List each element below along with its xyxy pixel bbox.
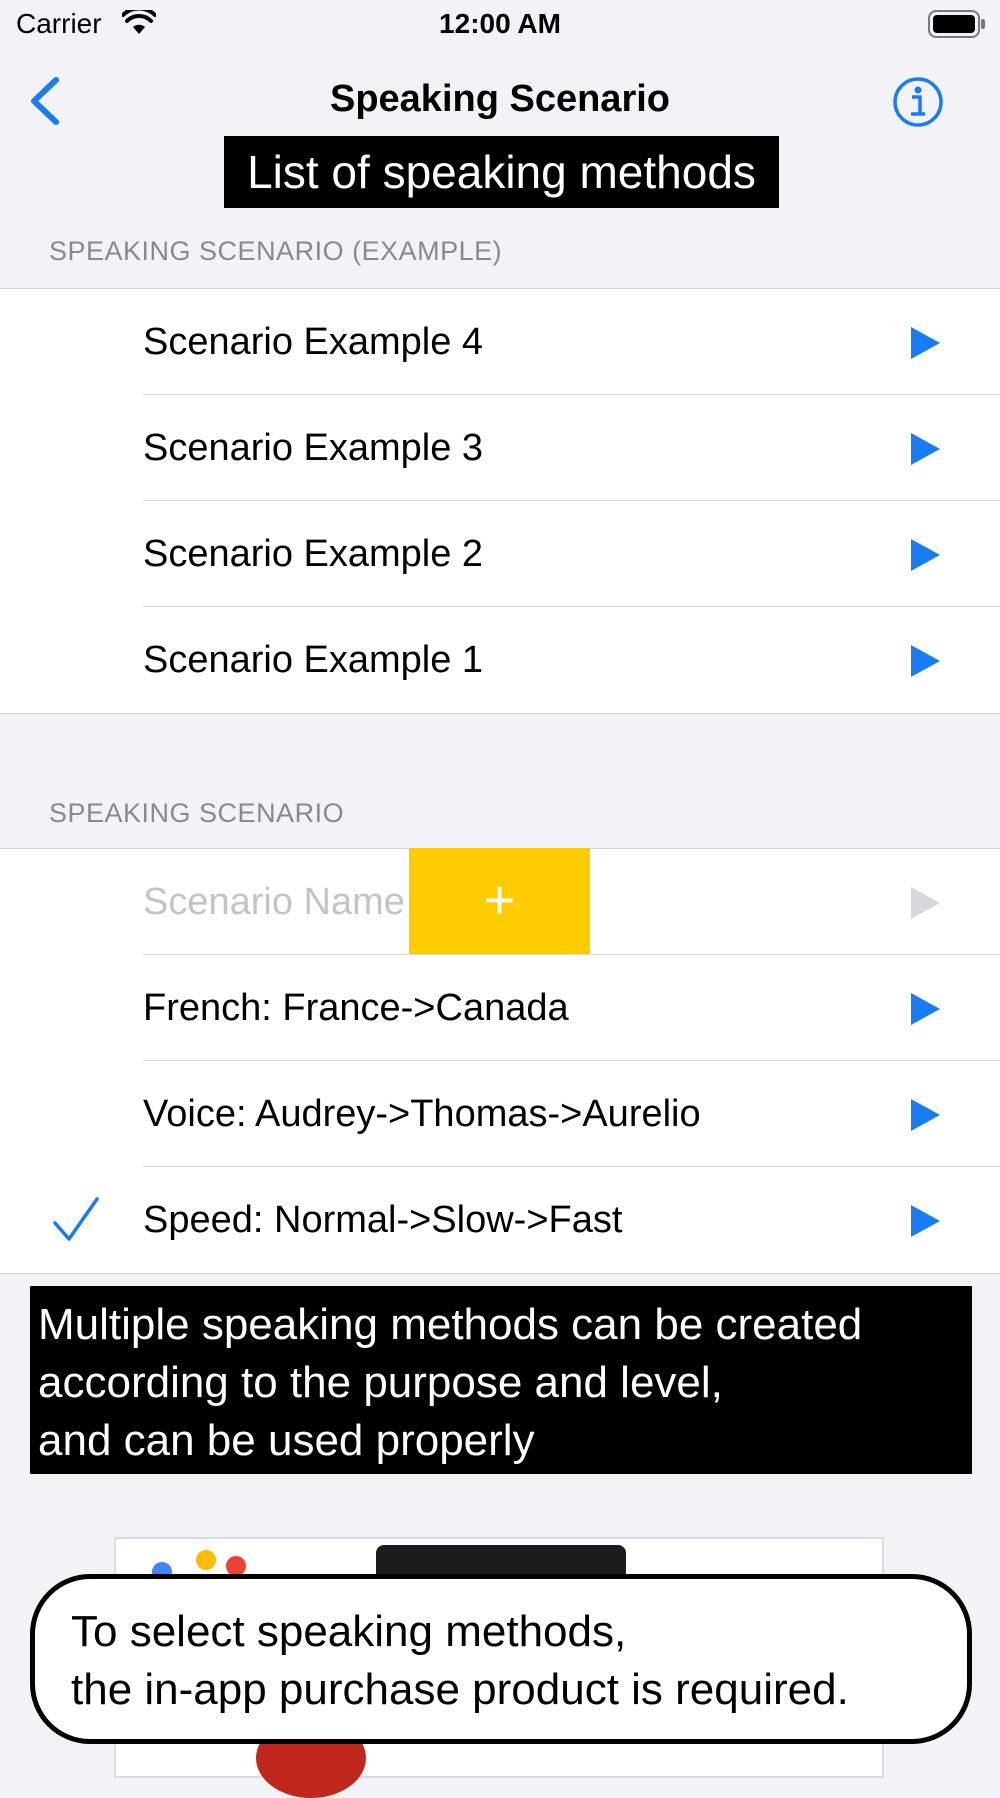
scenario-row[interactable]: Voice: Audrey->Thomas->Aurelio <box>0 1061 1000 1167</box>
example-scenario-list: Scenario Example 4 Scenario Example 3 Sc… <box>0 288 1000 714</box>
play-icon[interactable] <box>908 325 942 361</box>
scenario-row[interactable]: Scenario Example 2 <box>0 501 1000 607</box>
scenario-label: Scenario Example 3 <box>143 427 484 469</box>
section-header-user: SPEAKING SCENARIO <box>49 798 345 828</box>
bubble-line: the in-app purchase product is required. <box>71 1665 849 1714</box>
scenario-row[interactable]: Scenario Example 3 <box>0 395 1000 501</box>
play-icon[interactable] <box>908 1097 942 1133</box>
scenario-row[interactable]: French: France->Canada <box>0 955 1000 1061</box>
scenario-label: Speed: Normal->Slow->Fast <box>143 1199 623 1241</box>
scenario-row[interactable]: Scenario Example 1 <box>0 607 1000 713</box>
scenario-row[interactable]: Scenario Example 4 <box>0 289 1000 395</box>
play-icon[interactable] <box>908 537 942 573</box>
caption-line: Multiple speaking methods can be created <box>38 1300 863 1349</box>
scenario-label: Scenario Example 1 <box>143 639 484 681</box>
play-icon[interactable] <box>908 643 942 679</box>
battery-icon <box>928 10 985 38</box>
play-icon-disabled <box>911 887 940 919</box>
status-time: 12:00 AM <box>439 8 561 39</box>
caption-line: according to the purpose and level, <box>38 1358 723 1407</box>
section-header-example: SPEAKING SCENARIO (EXAMPLE) <box>49 236 503 266</box>
scenario-label: Scenario Example 2 <box>143 533 484 575</box>
scenario-label: Scenario Example 4 <box>143 321 484 363</box>
play-icon[interactable] <box>908 1203 942 1239</box>
checkmark-icon <box>53 1197 99 1241</box>
purchase-notice-bubble: To select speaking methods, the in-app p… <box>30 1574 972 1744</box>
caption-middle: Multiple speaking methods can be created… <box>30 1286 972 1474</box>
ad-dot-yellow <box>196 1550 216 1570</box>
page-title: Speaking Scenario <box>329 78 670 120</box>
caption-top: List of speaking methods <box>224 136 779 208</box>
play-icon[interactable] <box>908 991 942 1027</box>
caption-line: and can be used properly <box>38 1416 535 1465</box>
plus-icon: + <box>483 870 516 930</box>
scenario-row-selected[interactable]: Speed: Normal->Slow->Fast <box>0 1167 1000 1273</box>
scenario-label: French: France->Canada <box>143 987 569 1029</box>
add-scenario-button[interactable]: + <box>409 848 590 954</box>
info-icon[interactable] <box>892 76 944 128</box>
play-icon[interactable] <box>908 431 942 467</box>
scenario-name-input[interactable]: Scenario Name <box>143 849 405 955</box>
ad-dot-red <box>226 1556 246 1576</box>
scenario-label: Voice: Audrey->Thomas->Aurelio <box>143 1093 701 1135</box>
bubble-line: To select speaking methods, <box>71 1607 627 1656</box>
